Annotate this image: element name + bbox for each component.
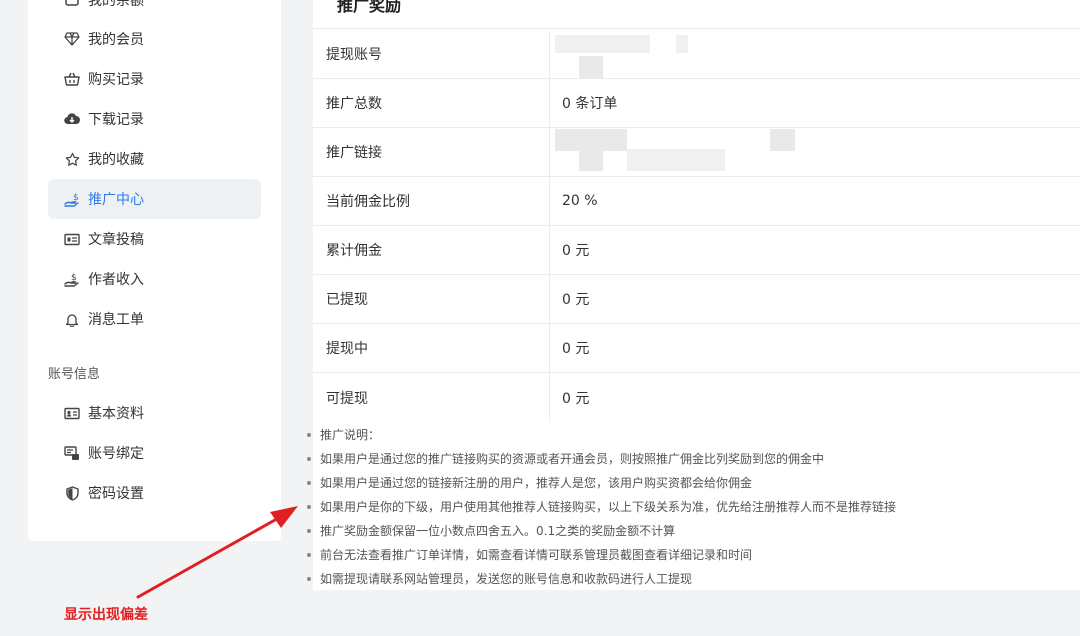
- annotation-text: 显示出现偏差: [64, 607, 148, 623]
- annotation-arrow: [136, 506, 298, 599]
